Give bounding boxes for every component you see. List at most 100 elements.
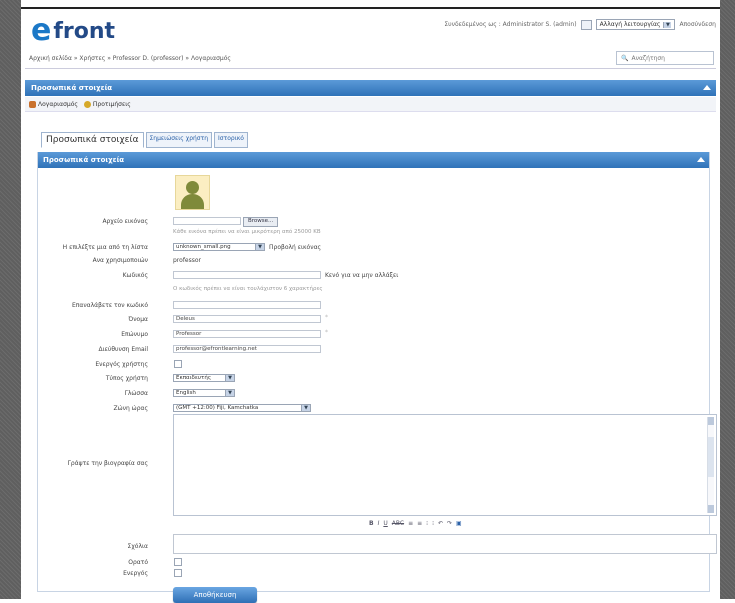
avatar-head [186, 181, 199, 194]
avatar-list-value: unknown_small.png [176, 244, 231, 250]
timezone-select[interactable]: (GMT +12:00) Fiji, Kamchatka ▼ [173, 404, 311, 412]
underline-icon[interactable]: U [383, 520, 387, 527]
email-field[interactable]: professor@efrontlearning.net [173, 345, 321, 353]
active-user-checkbox[interactable] [174, 360, 182, 368]
surname-label: Επώνυμο [121, 331, 148, 338]
panel-header: Προσωπικά στοιχεία [25, 80, 716, 96]
search-icon: 🔍 [621, 54, 629, 62]
undo-icon[interactable]: ↶ [438, 520, 443, 527]
login-label: Ανα χρησιμοποιών [92, 257, 148, 264]
language-select[interactable]: English ▼ [173, 389, 235, 397]
chevron-down-icon: ▼ [255, 244, 264, 250]
user-type-value: Εκπαιδευτής [176, 375, 212, 381]
login-value: professor [173, 257, 202, 264]
logo-e-mark: e [31, 13, 52, 48]
search-placeholder: Αναζήτηση [631, 54, 665, 62]
breadcrumb-divider [25, 68, 716, 69]
user-icon[interactable] [580, 19, 592, 30]
background-right [720, 0, 735, 599]
align-center-icon[interactable]: ≡ [417, 520, 422, 527]
active-label: Ενεργός [123, 570, 148, 577]
user-type-label: Τύπος χρήστη [105, 375, 148, 382]
name-field[interactable]: Deleus [173, 315, 321, 323]
tab-notes[interactable]: Σημειώσεις χρήστη [145, 132, 213, 148]
role-select-value: Αλλαγή λειτουργίας [599, 21, 661, 28]
bio-editor[interactable] [173, 414, 717, 516]
account-icon [29, 100, 36, 108]
active-checkbox[interactable] [174, 569, 182, 577]
background-left [0, 0, 21, 599]
avatar-body [181, 194, 204, 209]
tab-bar: Προσωπικά στοιχεία Σημειώσεις χρήστη Ιστ… [41, 132, 248, 148]
toolbar-preferences-label: Προτιμήσεις [92, 100, 131, 108]
repeat-password-field[interactable] [173, 301, 321, 309]
collapse-icon[interactable] [703, 85, 711, 90]
bold-icon[interactable]: B [369, 520, 374, 527]
tab-history[interactable]: Ιστορικό [214, 132, 248, 148]
name-label: Όνομα [128, 316, 148, 323]
html-source-icon[interactable]: ▣ [456, 520, 462, 527]
logged-user-text: Συνδεδεμένος ως : Administrator S. (admi… [444, 21, 577, 28]
toolbar-account-label: Λογαριασμός [38, 100, 78, 108]
user-type-select[interactable]: Εκπαιδευτής ▼ [173, 374, 235, 382]
comments-label: Σχόλια [127, 543, 148, 550]
editor-scrollbar[interactable] [707, 417, 714, 513]
password-side-note: Κενό για να μην αλλάξει [325, 272, 399, 279]
bullet-list-icon[interactable]: ⁝ [426, 520, 428, 527]
repeat-password-label: Επαναλάβετε τον κωδικό [71, 302, 148, 309]
bio-label: Γράψτε την βιογραφία σας [67, 460, 148, 467]
avatar-file-label: Αρχείο εικόνας [102, 218, 148, 225]
required-marker: * [325, 314, 328, 321]
avatar-hint: Κάθε εικόνα πρέπει να είναι μικρότερη απ… [173, 229, 321, 235]
password-hint: Ο κωδικός πρέπει να είναι τουλάχιστον 6 … [173, 286, 323, 292]
browse-button[interactable]: Browse... [243, 217, 279, 227]
surname-field[interactable]: Professor [173, 330, 321, 338]
avatar-preview-link[interactable]: Προβολή εικόνας [269, 244, 321, 251]
chevron-down-icon: ▼ [663, 21, 672, 28]
language-label: Γλώσσα [124, 390, 148, 397]
align-left-icon[interactable]: ≡ [408, 520, 413, 527]
role-select[interactable]: Αλλαγή λειτουργίας ▼ [595, 19, 676, 30]
logout-link[interactable]: Αποσύνδεση [679, 21, 716, 28]
tab-personal[interactable]: Προσωπικά στοιχεία [41, 132, 144, 148]
redo-icon[interactable]: ↷ [447, 520, 452, 527]
chevron-down-icon: ▼ [301, 405, 310, 411]
panel-toolbar: Λογαριασμός Προτιμήσεις [25, 97, 716, 112]
avatar [175, 175, 210, 210]
timezone-label: Ζώνη ώρας [113, 405, 148, 412]
strikethrough-icon[interactable]: ABC [392, 520, 404, 527]
visible-checkbox[interactable] [174, 558, 182, 566]
email-label: Διεύθυνση Email [98, 346, 148, 353]
password-field[interactable] [173, 271, 321, 279]
chevron-down-icon: ▼ [225, 390, 234, 396]
avatar-list-select[interactable]: unknown_small.png ▼ [173, 243, 265, 251]
password-label: Κωδικός [122, 272, 148, 279]
panel-title: Προσωπικά στοιχεία [31, 84, 113, 92]
toolbar-account[interactable]: Λογαριασμός [29, 100, 78, 108]
scroll-down-icon[interactable] [708, 505, 714, 513]
logo-wordmark: front [53, 18, 116, 44]
language-value: English [176, 390, 196, 396]
scroll-up-icon[interactable] [708, 417, 714, 425]
efront-logo[interactable]: e front [31, 15, 115, 47]
gear-icon [83, 100, 91, 108]
top-divider [21, 0, 720, 9]
page: e front Συνδεδεμένος ως : Administrator … [21, 9, 720, 603]
timezone-value: (GMT +12:00) Fiji, Kamchatka [176, 405, 259, 411]
active-user-label: Ενεργός χρήστης [95, 361, 148, 368]
search-input[interactable]: 🔍 Αναζήτηση [616, 51, 714, 65]
avatar-file-input[interactable] [173, 217, 241, 225]
italic-icon[interactable]: I [378, 520, 380, 527]
breadcrumb[interactable]: Αρχική σελίδα » Χρήστες » Professor D. (… [29, 55, 231, 62]
avatar-list-label: Η επιλέξτε μια από τη λίστα [62, 244, 148, 251]
required-marker: * [325, 329, 328, 336]
number-list-icon[interactable]: ⁝ [432, 520, 434, 527]
chevron-down-icon: ▼ [225, 375, 234, 381]
scroll-thumb[interactable] [708, 437, 714, 477]
user-bar: Συνδεδεμένος ως : Administrator S. (admi… [444, 19, 716, 30]
save-button[interactable]: Αποθήκευση [173, 587, 257, 603]
visible-label: Ορατό [128, 559, 148, 566]
toolbar-preferences[interactable]: Προτιμήσεις [83, 100, 131, 108]
editor-toolbar: B I U ABC ≡ ≡ ⁝ ⁝ ↶ ↷ ▣ [369, 520, 462, 527]
comments-field[interactable] [173, 534, 717, 554]
